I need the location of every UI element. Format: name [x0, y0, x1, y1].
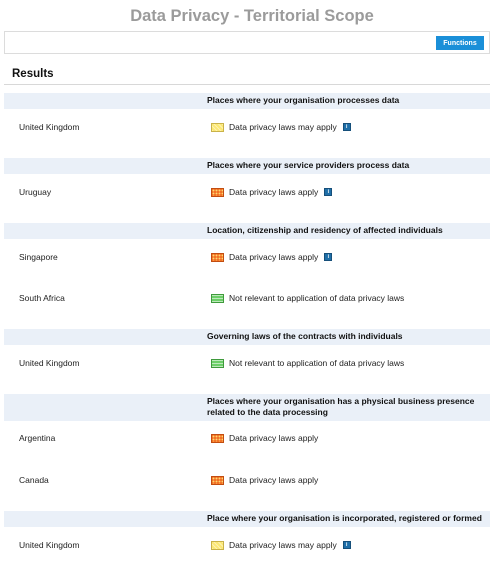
row-place: Singapore [19, 252, 58, 262]
row-status: Data privacy laws may apply i [211, 540, 351, 550]
row-status-label: Data privacy laws apply [229, 475, 319, 485]
row-status-label: Data privacy laws may apply [229, 540, 337, 550]
info-button[interactable]: i [324, 253, 333, 261]
may-apply-swatch-icon [211, 540, 224, 550]
row-status-label: Data privacy laws may apply [229, 122, 337, 132]
row-status-label: Data privacy laws apply [229, 433, 319, 443]
row-place: Canada [19, 475, 49, 485]
info-icon: i [346, 123, 348, 130]
row-place: United Kingdom [19, 540, 80, 550]
section-header-label: Location, citizenship and residency of a… [207, 225, 443, 235]
row-place: United Kingdom [19, 122, 80, 132]
row-status: Data privacy laws apply i [211, 187, 333, 197]
section-header-label: Governing laws of the contracts with ind… [207, 331, 403, 341]
apply-swatch-icon [211, 187, 224, 197]
row-status-label: Not relevant to application of data priv… [229, 358, 405, 368]
section-header-label: Places where your organisation processes… [207, 95, 400, 105]
info-icon: i [346, 541, 348, 548]
info-button[interactable]: i [342, 541, 351, 549]
section-header-label: Places where your service providers proc… [207, 160, 410, 170]
apply-swatch-icon [211, 433, 224, 443]
page-title: Data Privacy - Territorial Scope [130, 7, 374, 25]
info-button[interactable]: i [324, 188, 333, 196]
row-status: Not relevant to application of data priv… [211, 293, 404, 303]
functions-button[interactable]: Functions [436, 36, 484, 50]
info-button[interactable]: i [342, 123, 351, 131]
toolbar: Functions [4, 31, 490, 54]
results-divider [4, 84, 490, 85]
section-header-line: related to the data processing [207, 407, 328, 417]
row-status: Not relevant to application of data priv… [211, 358, 404, 368]
row-status-label: Not relevant to application of data priv… [229, 293, 405, 303]
row-place: South Africa [19, 293, 65, 303]
row-status-label: Data privacy laws apply [229, 252, 319, 262]
section-header-label: Place where your organisation is incorpo… [207, 513, 482, 523]
apply-swatch-icon [211, 252, 224, 262]
row-place: Argentina [19, 433, 56, 443]
row-place: Uruguay [19, 187, 52, 197]
row-status: Data privacy laws may apply i [211, 122, 351, 132]
row-status: Data privacy laws apply [211, 475, 318, 485]
row-status: Data privacy laws apply [211, 433, 318, 443]
results-heading: Results [12, 68, 54, 80]
apply-swatch-icon [211, 475, 224, 485]
row-status-label: Data privacy laws apply [229, 187, 319, 197]
info-icon: i [327, 253, 329, 260]
section-header-label: Places where your organisation has a phy… [207, 396, 474, 418]
info-icon: i [327, 188, 329, 195]
section-header-line: Places where your organisation has a phy… [207, 396, 475, 406]
may-apply-swatch-icon [211, 122, 224, 132]
not-relevant-swatch-icon [211, 293, 224, 303]
row-status: Data privacy laws apply i [211, 252, 333, 262]
row-place: United Kingdom [19, 358, 80, 368]
not-relevant-swatch-icon [211, 358, 224, 368]
